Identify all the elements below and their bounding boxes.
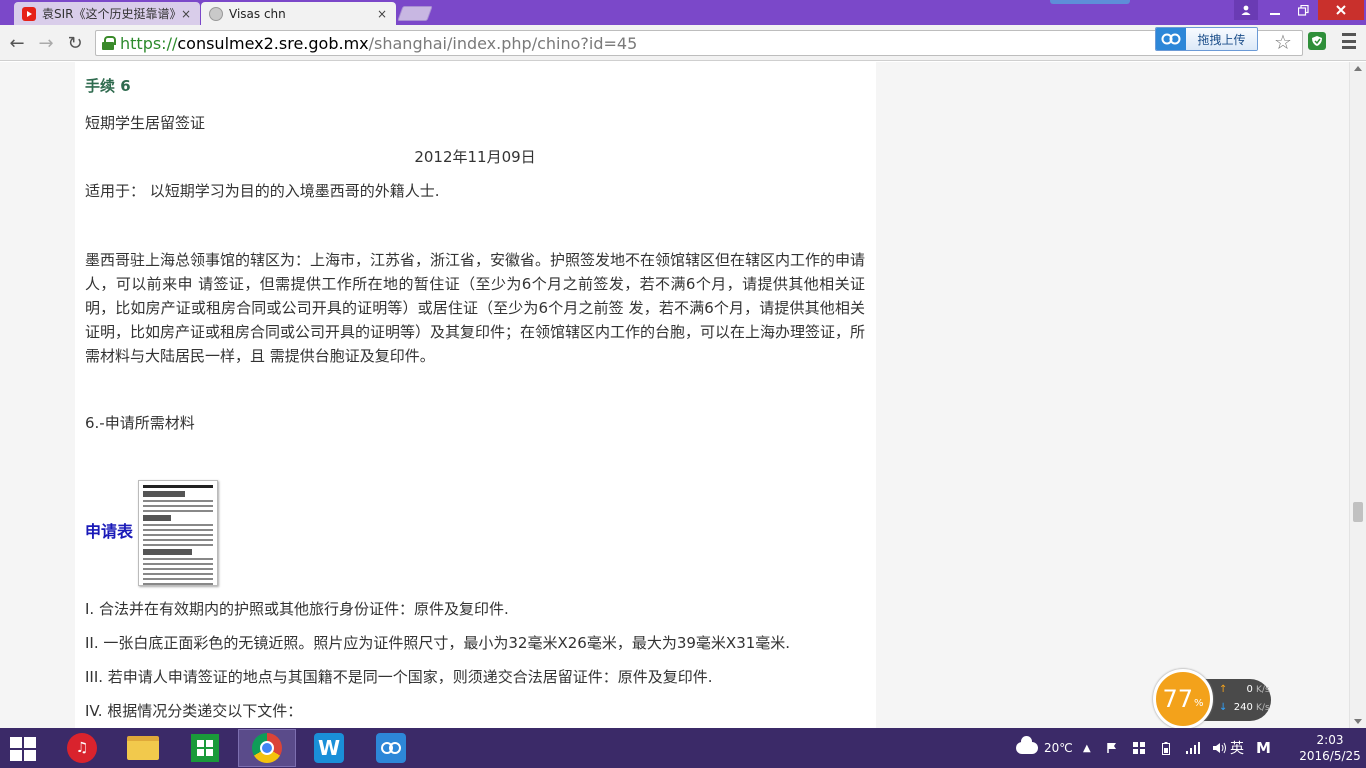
youtube-icon <box>22 6 36 21</box>
page-content-column: 手续 6 短期学生居留签证 2012年11月09日 适用于： 以短期学习为目的的… <box>75 62 876 728</box>
taskbar-wps[interactable]: W <box>300 729 358 767</box>
jurisdiction-paragraph: 墨西哥驻上海总领事馆的辖区为：上海市，江苏省，浙江省，安徽省。护照签发地不在领馆… <box>85 251 866 365</box>
download-speed: ↓ 240 K/s <box>1219 702 1270 713</box>
user-profile-button[interactable] <box>1234 0 1258 20</box>
baidu-upload-extension[interactable]: 拖拽上传 <box>1155 27 1258 51</box>
requirement-item: I. 合法并在有效期内的护照或其他旅行身份证件：原件及复印件. <box>85 600 509 618</box>
cloud-link-icon <box>1156 28 1186 50</box>
upload-speed: ↑ 0 K/s <box>1219 684 1270 695</box>
network-speed-widget[interactable]: 77% ↑ 0 K/s ↓ 240 K/s <box>1153 669 1273 729</box>
visa-name: 短期学生居留签证 <box>85 114 206 132</box>
lock-icon <box>102 36 116 50</box>
reload-button[interactable]: ↻ <box>64 32 86 54</box>
windows-start-icon[interactable] <box>10 737 38 761</box>
tray-show-hidden-icons[interactable]: ▲ <box>1083 728 1091 768</box>
input-method-indicator[interactable]: 英 <box>1230 728 1244 768</box>
tray-icons <box>1104 728 1228 768</box>
application-form-row: 申请表 <box>85 480 385 586</box>
baidu-cloud-icon <box>376 733 406 763</box>
user-icon <box>1241 5 1251 15</box>
clock[interactable]: 2:03 2016/5/25 <box>1299 728 1361 768</box>
section-heading: 6.-申请所需材料 <box>85 414 195 432</box>
tab-close-button[interactable]: × <box>180 7 192 21</box>
minimize-button[interactable] <box>1262 0 1288 20</box>
url-host: consulmex2.sre.gob.mx <box>177 33 369 53</box>
tab-title: Visas chn <box>229 6 286 21</box>
requirement-item: II. 一张白底正面彩色的无镜近照。照片应为证件照尺寸，最小为32毫米X26毫米… <box>85 634 791 652</box>
address-bar[interactable]: https://consulmex2.sre.gob.mx/shanghai/i… <box>95 30 1303 56</box>
taskbar-file-explorer[interactable] <box>114 729 172 767</box>
scroll-up-arrow-icon[interactable] <box>1354 66 1362 71</box>
volume-icon[interactable] <box>1212 740 1228 756</box>
page-viewport: 手续 6 短期学生居留签证 2012年11月09日 适用于： 以短期学习为目的的… <box>0 62 1349 728</box>
application-form-link[interactable]: 申请表 <box>85 520 133 544</box>
forward-button[interactable]: → <box>35 32 57 54</box>
browser-menu-icon[interactable] <box>1342 33 1356 49</box>
tab-visas-chn[interactable]: Visas chn × <box>201 2 396 25</box>
store-icon <box>191 734 219 762</box>
memory-percent: 77 <box>1162 685 1194 713</box>
folder-icon <box>127 736 159 760</box>
url-scheme: https:// <box>120 33 178 53</box>
minimize-icon <box>1270 13 1280 15</box>
upload-arrow-icon: ↑ <box>1219 684 1228 695</box>
step-title: 手续 6 <box>85 77 131 95</box>
application-form-thumbnail[interactable] <box>138 480 218 586</box>
taskbar-baidu-cloud[interactable] <box>362 729 420 767</box>
taskbar-netease-music[interactable]: ♫ <box>53 729 111 767</box>
download-arrow-icon: ↓ <box>1219 702 1228 713</box>
memory-percent-ring: 77% <box>1153 669 1213 729</box>
taskbar-chrome[interactable] <box>238 729 296 767</box>
temperature: 20℃ <box>1044 741 1073 755</box>
upload-label: 拖拽上传 <box>1186 28 1257 50</box>
scrollbar-thumb[interactable] <box>1353 502 1363 522</box>
bookmark-star-icon[interactable]: ☆ <box>1274 30 1292 54</box>
vertical-scrollbar[interactable] <box>1349 62 1366 728</box>
back-button[interactable]: ← <box>6 32 28 54</box>
globe-icon <box>209 6 223 21</box>
restore-icon <box>1297 4 1309 16</box>
clock-time: 2:03 <box>1316 733 1344 747</box>
close-window-button[interactable] <box>1318 0 1364 20</box>
shield-extension-icon[interactable] <box>1308 32 1326 50</box>
percent-symbol: % <box>1194 697 1204 709</box>
requirement-item: III. 若申请人申请签证的地点与其国籍不是同一个国家，则须递交合法居留证件：原… <box>85 668 713 686</box>
windows-tray-icon[interactable] <box>1131 740 1147 756</box>
tab-title: 袁SIR《这个历史挺靠谱》 <box>42 7 180 21</box>
battery-icon[interactable] <box>1158 740 1174 756</box>
cloud-weather-icon <box>1016 736 1038 754</box>
title-bar: 袁SIR《这个历史挺靠谱》 × Visas chn × <box>0 0 1366 25</box>
wps-w-icon: W <box>314 733 344 763</box>
signal-icon[interactable] <box>1185 740 1201 756</box>
close-icon <box>1336 5 1346 15</box>
flag-icon[interactable] <box>1104 740 1120 756</box>
taskbar-store[interactable] <box>176 729 234 767</box>
url-path: /shanghai/index.php/chino?id=45 <box>368 33 638 53</box>
new-tab-button[interactable] <box>397 6 433 21</box>
restore-button[interactable] <box>1290 0 1316 20</box>
tab-yuan-sir[interactable]: 袁SIR《这个历史挺靠谱》 × <box>14 2 200 25</box>
document-date: 2012年11月09日 <box>414 148 536 166</box>
chrome-icon <box>252 733 282 763</box>
scroll-down-arrow-icon[interactable] <box>1354 719 1362 724</box>
requirement-item: IV. 根据情况分类递交以下文件： <box>85 702 303 720</box>
tray-weather[interactable]: 20℃ <box>1016 728 1073 768</box>
clock-date: 2016/5/25 <box>1299 749 1361 763</box>
top-hint-bar <box>1050 0 1130 4</box>
tab-close-button[interactable]: × <box>376 7 388 21</box>
m-tray-icon[interactable]: M <box>1256 728 1271 768</box>
netease-music-icon: ♫ <box>67 733 97 763</box>
applies-to-text: 适用于： 以短期学习为目的的入境墨西哥的外籍人士. <box>85 182 440 200</box>
